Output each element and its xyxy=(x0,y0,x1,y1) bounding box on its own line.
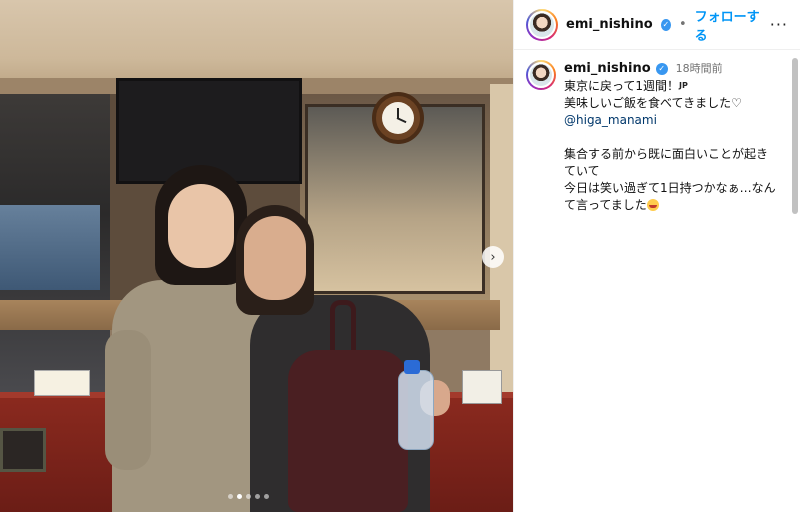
caption-line: 東京に戻って1週間！JP xyxy=(564,79,688,93)
avatar[interactable] xyxy=(526,8,558,41)
caption-line: ていて xyxy=(564,164,600,178)
post-panel: emi_nishino ✓ • フォローする ··· emi_nishino ✓… xyxy=(513,0,800,512)
caption-line: 集合する前から既に面白いことが起き xyxy=(564,147,769,161)
handbag xyxy=(288,350,408,512)
caption: emi_nishino ✓ 18時間前 東京に戻って1週間！JP 美味しいご飯を… xyxy=(514,50,800,214)
water-bottle xyxy=(398,370,434,450)
post-timestamp[interactable]: 18時間前 xyxy=(676,60,723,77)
carousel-dots xyxy=(228,494,269,499)
mention-link[interactable]: @higa_manami xyxy=(564,113,657,127)
carousel-dot xyxy=(228,494,233,499)
photo-scene xyxy=(0,0,513,512)
more-options-icon[interactable]: ··· xyxy=(770,15,788,34)
next-slide-button[interactable]: › xyxy=(482,246,504,268)
caption-avatar[interactable] xyxy=(526,60,556,90)
separator: • xyxy=(678,17,687,32)
chevron-right-icon: › xyxy=(490,249,496,265)
header-username[interactable]: emi_nishino xyxy=(566,17,653,32)
scrollbar[interactable] xyxy=(792,58,798,214)
verified-badge-icon: ✓ xyxy=(660,18,671,31)
carousel-dot xyxy=(246,494,251,499)
carousel-dot xyxy=(264,494,269,499)
wall-clock xyxy=(372,92,424,144)
caption-username[interactable]: emi_nishino xyxy=(564,60,651,77)
jp-flag-icon: JP xyxy=(679,81,688,90)
caption-line: て言ってました xyxy=(564,197,786,214)
grinning-face-emoji xyxy=(646,199,659,211)
verified-badge-icon: ✓ xyxy=(655,62,668,75)
heart-icon: ♡ xyxy=(731,96,742,110)
caption-line: 今日は笑い過ぎて1日持つかなぁ…なん xyxy=(564,181,776,195)
caption-line: 美味しいご飯を食べてきました♡ xyxy=(564,96,742,110)
menu-sign xyxy=(34,370,90,396)
post-header: emi_nishino ✓ • フォローする ··· xyxy=(514,0,800,50)
carousel-dot xyxy=(237,494,242,499)
carousel-dot xyxy=(255,494,260,499)
table-card xyxy=(462,370,502,404)
post-photo[interactable]: › xyxy=(0,0,513,512)
follow-button[interactable]: フォローする xyxy=(695,6,762,44)
